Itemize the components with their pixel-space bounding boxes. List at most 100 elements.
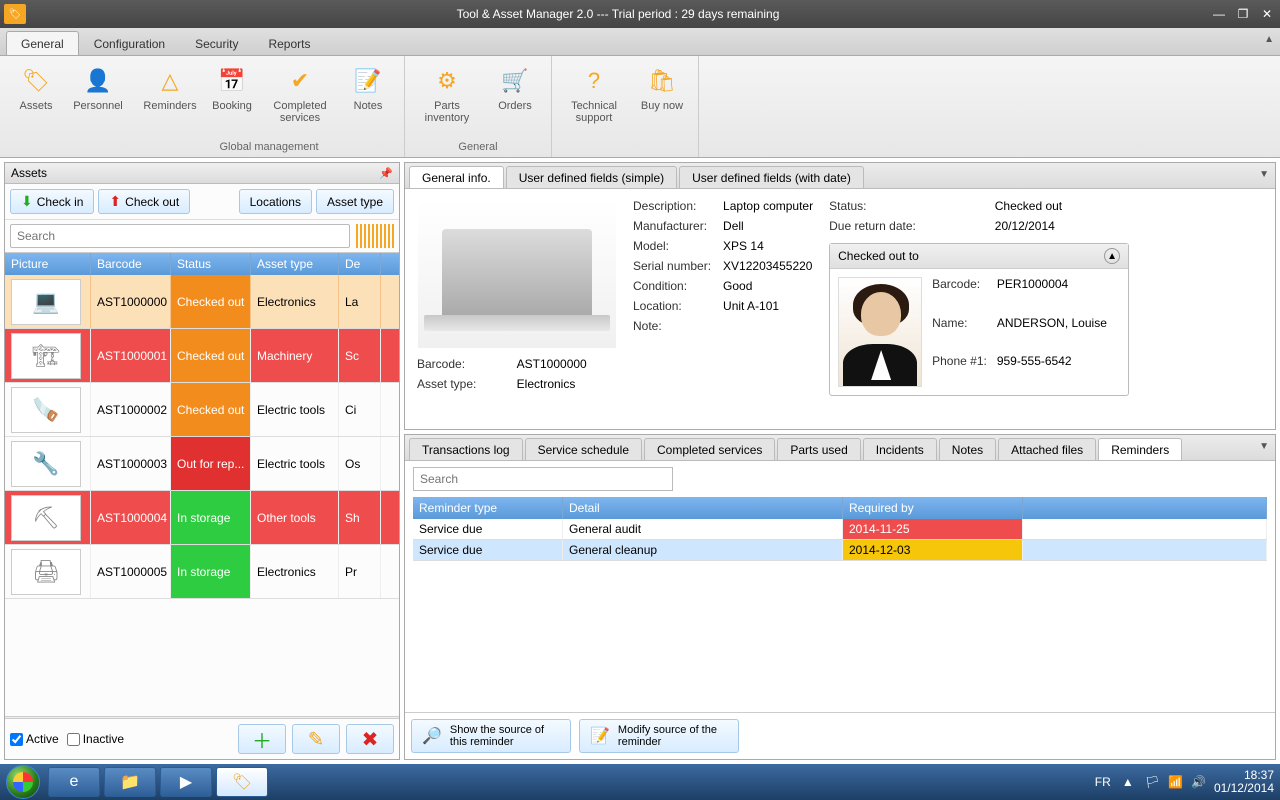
tab-menu-icon[interactable]: ▼ xyxy=(1259,169,1269,180)
col-picture[interactable]: Picture xyxy=(5,253,91,275)
ribbon-personnel[interactable]: 👤Personnel xyxy=(68,60,128,139)
cell-barcode: AST1000002 xyxy=(91,383,171,436)
cell-required-by: 2014-12-03 xyxy=(843,540,1023,560)
assets-search-input[interactable] xyxy=(10,224,350,248)
reminder-row[interactable]: Service dueGeneral cleanup2014-12-03 xyxy=(413,540,1267,561)
tab-service-schedule[interactable]: Service schedule xyxy=(525,438,642,460)
tab-general-info[interactable]: General info. xyxy=(409,166,504,188)
ribbon-support[interactable]: ?Technical support xyxy=(558,60,630,139)
gear-icon: ⚙ xyxy=(431,65,463,97)
windows-taskbar: e 📁 ▶ 🏷 FR ▲ 🏳 📶 🔊 18:37 01/12/2014 xyxy=(0,764,1280,800)
col-status[interactable]: Status xyxy=(171,253,251,275)
cell-barcode: AST1000005 xyxy=(91,545,171,598)
cell-reminder-type: Service due xyxy=(413,519,563,539)
close-button[interactable]: ✕ xyxy=(1258,7,1276,21)
ribbon-notes[interactable]: 📝Notes xyxy=(338,60,398,139)
tab-completed-services[interactable]: Completed services xyxy=(644,438,775,460)
ribbon-group-general: General xyxy=(411,139,545,155)
asset-model: XPS 14 xyxy=(723,239,813,253)
cell-asset-type: Electric tools xyxy=(251,437,339,490)
table-row[interactable]: 🏗AST1000001Checked outMachinerySc xyxy=(5,329,399,383)
ribbon-completed-services[interactable]: ✔Completed services xyxy=(264,60,336,139)
app-icon: 🏷 xyxy=(4,4,26,24)
help-icon: ? xyxy=(578,65,610,97)
check-in-button[interactable]: ⬇Check in xyxy=(10,189,94,214)
table-row[interactable]: 🖨AST1000005In storageElectronicsPr xyxy=(5,545,399,599)
ribbon-assets[interactable]: 🏷Assets xyxy=(6,60,66,139)
task-explorer[interactable]: 📁 xyxy=(104,767,156,797)
col-description[interactable]: De xyxy=(339,253,381,275)
ribbon-booking[interactable]: 📅Booking xyxy=(202,60,262,139)
show-source-button[interactable]: 🔎Show the source of this reminder xyxy=(411,719,571,753)
table-row[interactable]: 💻AST1000000Checked outElectronicsLa xyxy=(5,275,399,329)
pin-icon[interactable]: 📌 xyxy=(379,167,393,180)
reminder-row[interactable]: Service dueGeneral audit2014-11-25 xyxy=(413,519,1267,540)
subtab-menu-icon[interactable]: ▼ xyxy=(1259,441,1269,452)
ribbon-reminders[interactable]: △Reminders xyxy=(140,60,200,139)
person-phone: 959-555-6542 xyxy=(997,354,1107,387)
barcode-icon[interactable] xyxy=(356,224,394,248)
delete-button[interactable]: ✖ xyxy=(346,724,394,754)
tray-language[interactable]: FR xyxy=(1095,775,1111,789)
asset-thumbnail: ⛏ xyxy=(11,495,81,541)
edit-button[interactable]: ✎ xyxy=(292,724,340,754)
tab-configuration[interactable]: Configuration xyxy=(79,31,180,55)
tab-general[interactable]: General xyxy=(6,31,79,55)
table-row[interactable]: 🔧AST1000003Out for rep...Electric toolsO… xyxy=(5,437,399,491)
cell-description: Sh xyxy=(339,491,381,544)
asset-type-button[interactable]: Asset type xyxy=(316,189,394,214)
tray-flag-icon[interactable]: 🏳 xyxy=(1145,775,1160,789)
cell-reminder-detail: General cleanup xyxy=(563,540,843,560)
tab-reminders[interactable]: Reminders xyxy=(1098,438,1182,460)
tab-attached-files[interactable]: Attached files xyxy=(998,438,1096,460)
tab-notes[interactable]: Notes xyxy=(939,438,996,460)
task-app[interactable]: 🏷 xyxy=(216,767,268,797)
note-icon: 📝 xyxy=(352,65,384,97)
tray-volume-icon[interactable]: 🔊 xyxy=(1191,775,1206,789)
check-out-button[interactable]: ⬆Check out xyxy=(98,189,190,214)
reminders-search-input[interactable] xyxy=(413,467,673,491)
tab-udf-date[interactable]: User defined fields (with date) xyxy=(679,166,864,188)
ribbon-orders[interactable]: 🛒Orders xyxy=(485,60,545,139)
ribbon-buy[interactable]: 🛍Buy now xyxy=(632,60,692,139)
add-button[interactable]: ＋ xyxy=(238,724,286,754)
asset-location: Unit A-101 xyxy=(723,299,813,313)
collapse-card-icon[interactable]: ▲ xyxy=(1104,248,1120,264)
ribbon-body: 🏷Assets 👤Personnel △Reminders 📅Booking ✔… xyxy=(0,56,1280,158)
tray-clock[interactable]: 18:37 01/12/2014 xyxy=(1214,769,1274,795)
task-media[interactable]: ▶ xyxy=(160,767,212,797)
minimize-button[interactable]: — xyxy=(1210,7,1228,21)
col-reminder-type[interactable]: Reminder type xyxy=(413,497,563,519)
assets-horizontal-scrollbar[interactable] xyxy=(5,716,399,718)
locations-button[interactable]: Locations xyxy=(239,189,312,214)
col-required-by[interactable]: Required by xyxy=(843,497,1023,519)
cell-barcode: AST1000000 xyxy=(91,275,171,328)
ribbon-parts[interactable]: ⚙Parts inventory xyxy=(411,60,483,139)
cell-asset-type: Electronics xyxy=(251,545,339,598)
tab-incidents[interactable]: Incidents xyxy=(863,438,937,460)
task-ie[interactable]: e xyxy=(48,767,100,797)
tray-show-hidden-icon[interactable]: ▲ xyxy=(1119,775,1137,789)
inactive-checkbox[interactable]: Inactive xyxy=(67,732,124,746)
ribbon-collapse-icon[interactable]: ▲ xyxy=(1264,34,1274,45)
cell-status: Checked out xyxy=(171,275,251,328)
table-row[interactable]: 🪚AST1000002Checked outElectric toolsCi xyxy=(5,383,399,437)
tab-udf-simple[interactable]: User defined fields (simple) xyxy=(506,166,677,188)
col-reminder-detail[interactable]: Detail xyxy=(563,497,843,519)
tab-reports[interactable]: Reports xyxy=(253,31,325,55)
maximize-button[interactable]: ❐ xyxy=(1234,7,1252,21)
modify-source-button[interactable]: 📝Modify source of the reminder xyxy=(579,719,739,753)
tab-security[interactable]: Security xyxy=(180,31,253,55)
cell-asset-type: Other tools xyxy=(251,491,339,544)
cell-description: Os xyxy=(339,437,381,490)
cell-asset-type: Electronics xyxy=(251,275,339,328)
tray-network-icon[interactable]: 📶 xyxy=(1168,775,1183,789)
edit-icon: 📝 xyxy=(590,726,610,746)
tab-parts-used[interactable]: Parts used xyxy=(777,438,860,460)
table-row[interactable]: ⛏AST1000004In storageOther toolsSh xyxy=(5,491,399,545)
tab-transactions[interactable]: Transactions log xyxy=(409,438,523,460)
start-button[interactable] xyxy=(6,765,40,799)
col-asset-type[interactable]: Asset type xyxy=(251,253,339,275)
col-barcode[interactable]: Barcode xyxy=(91,253,171,275)
active-checkbox[interactable]: Active xyxy=(10,732,59,746)
